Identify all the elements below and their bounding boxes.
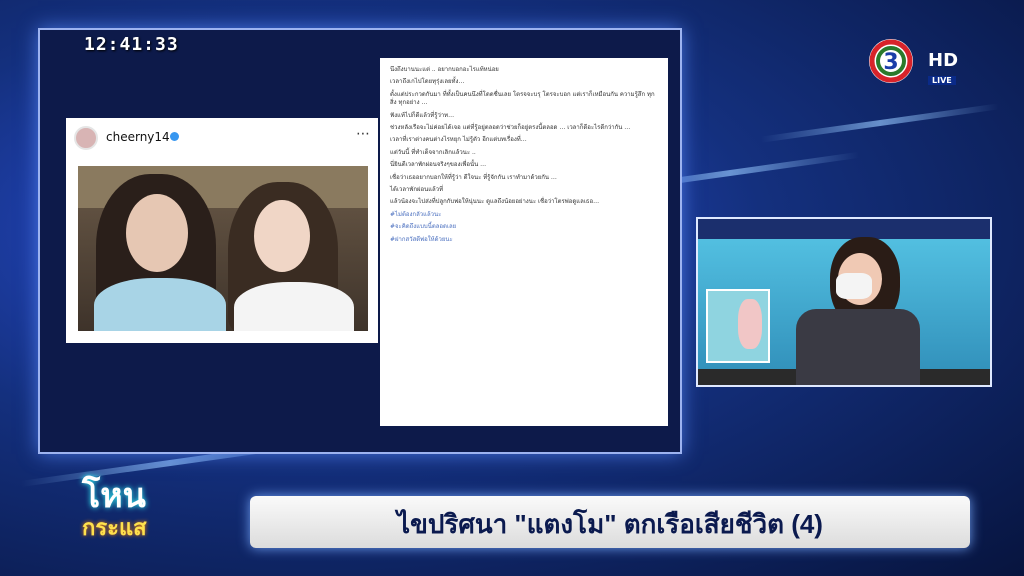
post-photo [78,166,368,331]
more-icon: ⋯ [356,126,370,142]
host-mask [836,273,872,299]
person-left-face [126,194,188,272]
host-jacket [796,309,920,385]
verified-badge-icon [170,132,179,141]
hd-label: HD [928,50,959,71]
show-logo: โหน กระแส [62,468,252,546]
avatar [74,126,98,150]
live-badge: LIVE [928,76,956,85]
hashtag: #ฝากสวัสดีพ่อให้ด้วยนะ [390,235,453,243]
caption-line: ฟังแท้ไปก็ดีแล้วที่รู้ว่าท… [390,111,455,119]
headline-bar: ไขปริศนา "แตงโม" ตกเรือเสียชีวิต (4) [250,496,970,548]
caption-line: ช่วงหลังเรือจะไม่ค่อยได้เจอ แต่ที่รู้อยู… [390,124,631,132]
caption-line: ตั้งแต่ประกวดกันมา ที่ทั้งเป็นคนนึงที่โด… [390,90,655,107]
channel-3-logo: 3 [869,39,913,83]
post-caption: นึงถึงบานนะแต่ .. อยากบอกอะไรแท้หน่อย เว… [380,58,668,426]
hashtag: #ไม่ต้องกลัวแล้วนะ [390,210,442,218]
username: cheerny14 [106,130,170,144]
caption-line: เชื่อว่าเธออยากบอกให้ที่รู้ว่า ดีใจนะ ที… [390,173,557,181]
instagram-post: cheerny14 ⋯ [66,118,378,343]
caption-line: ได้เวลาพักผ่อนแล้วที่ [390,186,444,194]
svg-text:3: 3 [883,50,898,75]
person-left-shirt [94,278,226,331]
caption-line: เวลาถึงเกไปโดยทุรุ่งเลยทั้ง… [390,78,465,86]
show-title-bottom: กระแส [82,516,147,541]
caption-line: นึงถึงบานนะแต่ .. อยากบอกอะไรแท้หน่อย [390,66,499,73]
caption-line: นี่ยินดีเวลาพักผ่อนจริงๆของเพื่อนั้น … [390,161,487,169]
light-streak [760,103,1000,143]
caption-line: เวลาที่เราต่างคนต่างไรหยุก ไม่รู้ตัว อีก… [390,136,527,144]
broadcast-clock: 12:41:33 [84,34,179,55]
person-right-shirt [234,282,354,331]
caption-line: แต่วันนี้ ที่ทำเด็จจากเลิกแล้วนะ .. [390,148,476,156]
person-right-face [254,200,310,272]
headline-text: ไขปริศนา "แตงโม" ตกเรือเสียชีวิต (4) [397,509,823,539]
post-header: cheerny14 ⋯ [74,124,370,152]
caption-line: แล้วน้องจะไปส่งที่ปลูกกับพ่อให้นุ่นนะ ดู… [390,198,600,206]
studio-inset [696,217,992,387]
hashtag: #จะคิดถึงแบบนี้ตลอดเลย [390,223,457,231]
